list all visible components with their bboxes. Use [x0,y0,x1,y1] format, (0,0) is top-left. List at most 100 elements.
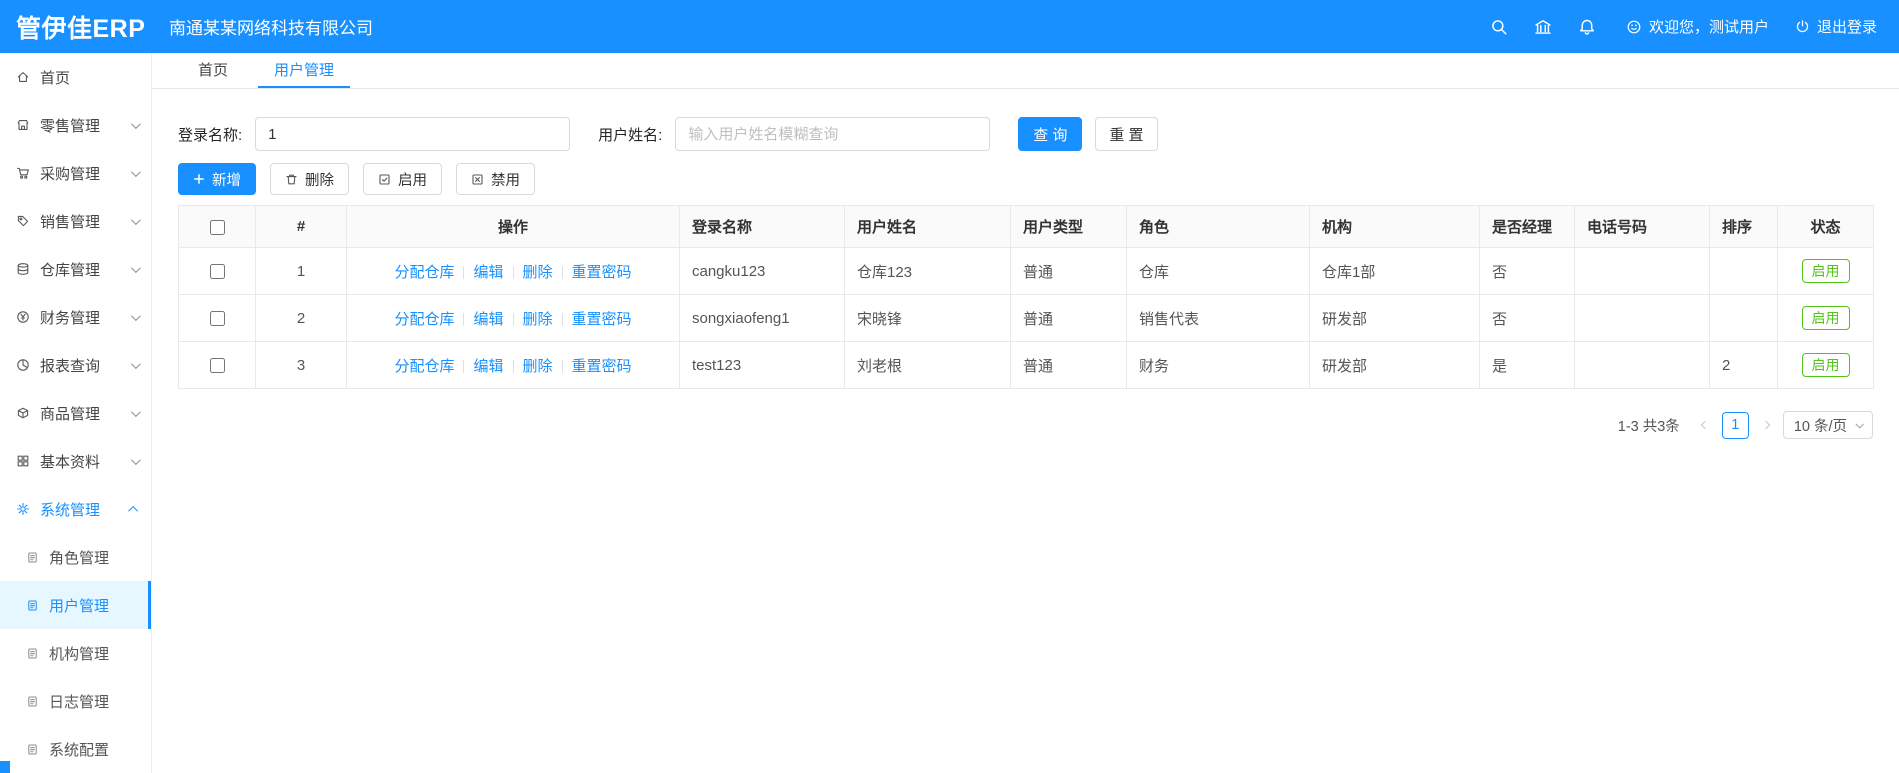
table-container: # 操作 登录名称 用户姓名 用户类型 角色 机构 是否经理 电话号码 排序 状… [178,205,1874,389]
login-name-input[interactable] [255,117,571,151]
disable-button[interactable]: 禁用 [456,163,535,195]
reset-password-link[interactable]: 重置密码 [572,264,632,281]
cell-is-manager: 否 [1479,247,1575,295]
table-row: 1 分配仓库 编辑 删除 重置密码 cangku123 仓库123 普通 仓库 仓库1… [178,247,1874,295]
sidebar-item-retail[interactable]: 零售管理 [0,101,151,149]
sidebar-item-label: 日志管理 [49,693,110,711]
row-checkbox[interactable] [209,264,225,280]
sidebar-item-label: 零售管理 [40,117,101,135]
chevron-down-icon [130,214,141,225]
reset-button[interactable]: 重 置 [1095,117,1158,151]
table-header-row: # 操作 登录名称 用户姓名 用户类型 角色 机构 是否经理 电话号码 排序 状… [178,205,1874,248]
sidebar-item-label: 系统配置 [49,741,110,759]
enable-button[interactable]: 启用 [363,163,442,195]
delete-button[interactable]: 删除 [270,163,349,195]
sidebar-item-home[interactable]: 首页 [0,53,151,101]
cell-index: 2 [255,294,347,342]
sidebar-item-log-management[interactable]: 日志管理 [0,677,151,725]
sidebar-item-user-management[interactable]: 用户管理 [0,581,151,629]
assign-warehouse-link[interactable]: 分配仓库 [394,358,454,375]
link-divider [512,265,514,279]
search-button[interactable]: 查 询 [1018,117,1083,151]
cell-role: 仓库 [1126,247,1310,295]
cell-org: 仓库1部 [1309,247,1480,295]
tab-home[interactable]: 首页 [182,53,244,88]
main-area: 首页 用户管理 登录名称: 用户姓名: 查 询 重 置 新增 删除 [152,53,1899,773]
app-logo: 管伊佳ERP [16,14,146,43]
doc-icon [28,552,37,562]
status-badge: 启用 [1801,305,1850,331]
user-menu[interactable]: 欢迎您，测试用户 [1626,16,1769,37]
tab-label: 首页 [198,62,229,79]
reset-password-link[interactable]: 重置密码 [572,358,632,375]
prev-page-button[interactable] [1696,412,1714,439]
page-size-select[interactable]: 10 条/页 [1782,411,1873,439]
trash-icon [286,174,297,184]
reset-password-link[interactable]: 重置密码 [572,311,632,328]
edit-link[interactable]: 编辑 [473,311,503,328]
row-checkbox[interactable] [209,358,225,374]
sidebar-item-label: 系统管理 [40,501,101,519]
status-badge: 启用 [1801,352,1850,378]
filter-row: 登录名称: 用户姓名: 查 询 重 置 [178,117,1873,151]
grid-icon [17,455,29,467]
sidebar-item-warehouse[interactable]: 仓库管理 [0,245,151,293]
sidebar-item-reports[interactable]: 报表查询 [0,341,151,389]
cell-role: 销售代表 [1126,294,1310,342]
search-icon[interactable] [1486,14,1512,40]
row-checkbox[interactable] [209,311,225,327]
sidebar-item-goods[interactable]: 商品管理 [0,389,151,437]
assign-warehouse-link[interactable]: 分配仓库 [394,264,454,281]
tab-user-management[interactable]: 用户管理 [258,53,351,88]
bank-icon[interactable] [1530,14,1556,40]
cell-user-type: 普通 [1010,341,1127,389]
sidebar-item-role-management[interactable]: 角色管理 [0,533,151,581]
sidebar-item-purchase[interactable]: 采购管理 [0,149,151,197]
cell-user-type: 普通 [1010,294,1127,342]
sidebar-item-label: 基本资料 [40,453,101,471]
chevron-left-icon [1700,420,1710,430]
delete-link[interactable]: 删除 [523,311,553,328]
sidebar-item-system-config[interactable]: 系统配置 [0,725,151,773]
user-name-label: 用户姓名: [598,126,663,144]
edit-link[interactable]: 编辑 [473,358,503,375]
user-name-input[interactable] [675,117,991,151]
sidebar-item-label: 仓库管理 [40,261,101,279]
add-button[interactable]: 新增 [178,163,256,195]
chevron-down-icon [130,406,141,417]
sidebar-item-system[interactable]: 系统管理 [0,485,151,533]
sidebar-item-label: 财务管理 [40,309,101,327]
chevron-down-icon [130,166,141,177]
link-divider [561,312,563,326]
delete-link[interactable]: 删除 [523,358,553,375]
sidebar-item-finance[interactable]: 财务管理 [0,293,151,341]
col-role: 角色 [1126,205,1310,248]
link-divider [561,265,563,279]
cell-phone [1574,247,1710,295]
cell-phone [1574,341,1710,389]
logout-label: 退出登录 [1816,19,1877,36]
table-row: 2 分配仓库 编辑 删除 重置密码 songxiaofeng1 宋晓锋 普通 销售代表… [178,294,1874,342]
chevron-down-icon [130,118,141,129]
sidebar-item-label: 机构管理 [49,645,110,663]
bell-icon[interactable] [1574,14,1600,40]
sidebar-item-label: 商品管理 [40,405,101,423]
sidebar-item-label: 角色管理 [49,549,110,567]
select-all-checkbox[interactable] [209,219,225,235]
header-right: 欢迎您，测试用户 退出登录 [1468,14,1899,40]
cell-sort [1709,294,1778,342]
edit-link[interactable]: 编辑 [473,264,503,281]
cell-status: 启用 [1777,341,1874,389]
sidebar-item-label: 首页 [40,69,71,87]
disable-button-label: 禁用 [491,172,520,189]
sidebar-item-basic-data[interactable]: 基本资料 [0,437,151,485]
next-page-button[interactable] [1757,412,1775,439]
page-number-button[interactable]: 1 [1721,411,1749,439]
assign-warehouse-link[interactable]: 分配仓库 [394,311,454,328]
logout-button[interactable]: 退出登录 [1795,16,1877,37]
delete-link[interactable]: 删除 [523,264,553,281]
app-header: 管伊佳ERP 南通某某网络科技有限公司 欢迎您，测试用户 退出登录 [0,0,1899,53]
chevron-right-icon [1761,420,1771,430]
sidebar-item-org-management[interactable]: 机构管理 [0,629,151,677]
sidebar-item-sales[interactable]: 销售管理 [0,197,151,245]
